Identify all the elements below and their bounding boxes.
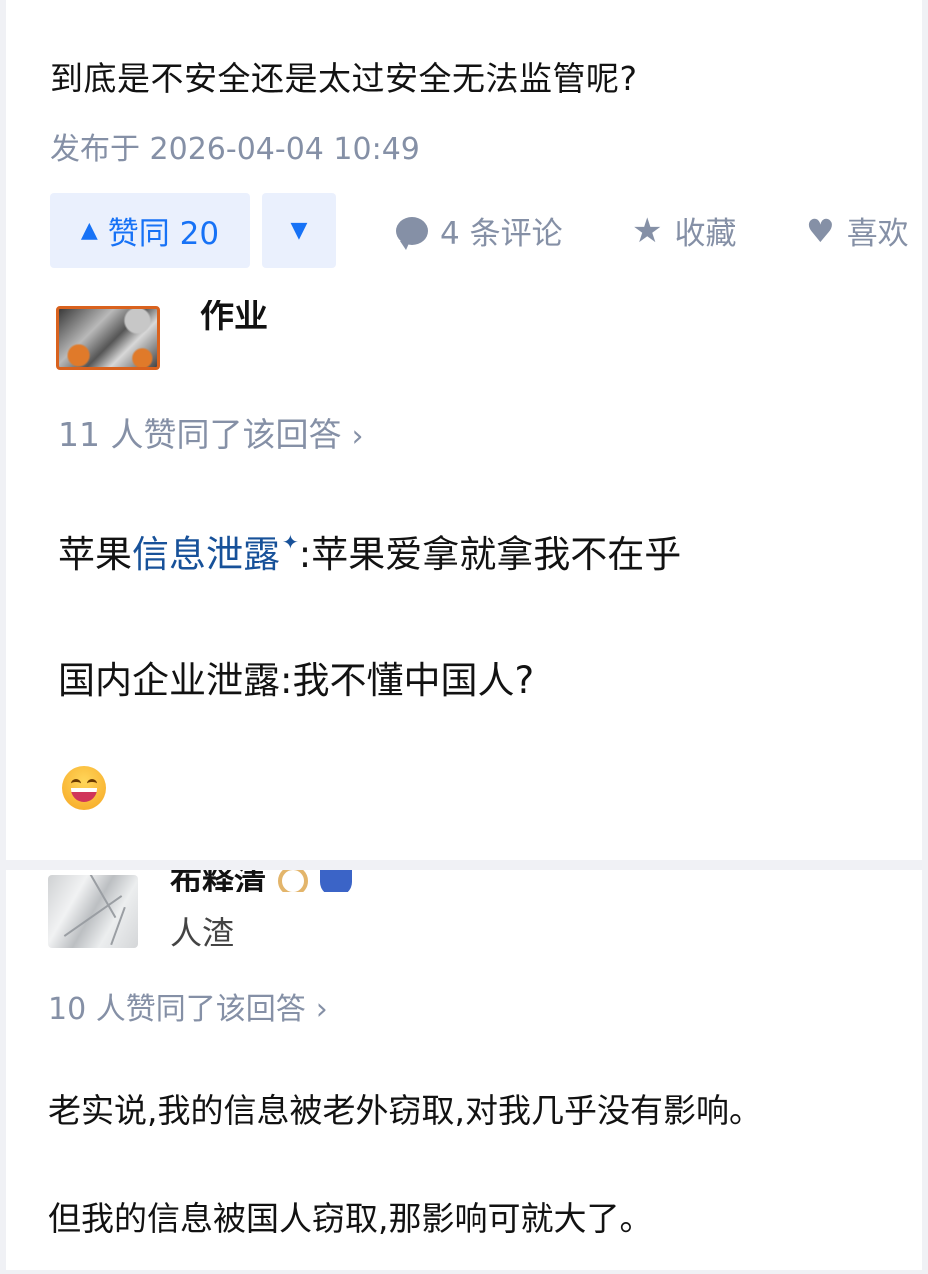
agree-count-text: 10 人赞同了该回答 (48, 992, 306, 1027)
avatar[interactable] (48, 875, 138, 948)
answer-paragraph: 但我的信息被国人窃取,那影响可就大了。 (48, 1199, 653, 1238)
answer-paragraph: 国内企业泄露:我不懂中国人? (58, 659, 535, 702)
answer-card: 作业 11 人赞同了该回答 › 苹果信息泄露 ✦:苹果爱拿就拿我不在乎 国内企业泄露… (6, 300, 922, 860)
action-bar: ▲ 赞同 20 ▼ 4 条评论 ★ 收藏 ♥ 喜欢 (50, 193, 910, 268)
agree-count-link[interactable]: 10 人赞同了该回答 › (48, 984, 328, 1028)
upvote-button[interactable]: ▲ 赞同 20 (50, 193, 250, 268)
author-name[interactable]: 布释清 (170, 870, 353, 892)
topic-link[interactable]: 信息泄露 (132, 533, 280, 576)
chevron-right-icon: › (351, 419, 364, 454)
comments-label: 4 条评论 (440, 216, 563, 252)
grin-emoji-icon (62, 766, 106, 810)
agree-count-text: 11 人赞同了该回答 (58, 415, 342, 454)
author-name-text: 作业 (200, 300, 268, 334)
answer-paragraph: 老实说,我的信息被老外窃取,对我几乎没有影响。 (48, 1091, 762, 1130)
publish-time[interactable]: 发布于 2026-04-04 10:49 (50, 124, 420, 168)
downvote-button[interactable]: ▼ (262, 193, 336, 268)
author-name-text: 布释清 (170, 870, 267, 892)
sparkle-icon: ✦ (282, 530, 299, 554)
star-icon: ★ (632, 210, 663, 251)
collect-button[interactable]: ★ 收藏 (632, 193, 736, 268)
comment-bubble-icon (396, 216, 428, 250)
paragraph-prefix: 苹果 (58, 533, 132, 576)
triangle-down-icon: ▼ (290, 218, 308, 243)
answer-card: 布释清 人渣 10 人赞同了该回答 › 老实说,我的信息被老外窃取,对我几乎没有影… (6, 870, 922, 1270)
upvote-label: 赞同 20 (107, 216, 220, 252)
gold-badge-icon (278, 870, 309, 892)
triangle-up-icon: ▲ (80, 218, 98, 243)
answer-tail-text: 到底是不安全还是太过安全无法监管呢? (50, 59, 638, 98)
author-headline: 人渣 (170, 914, 235, 952)
chevron-right-icon: › (315, 992, 328, 1027)
answer-paragraph: 苹果信息泄露 ✦:苹果爱拿就拿我不在乎 (58, 524, 681, 578)
previous-answer-card: 到底是不安全还是太过安全无法监管呢? 发布于 2026-04-04 10:49 … (6, 0, 922, 300)
verified-badge-icon (320, 870, 353, 892)
like-label: 喜欢 (846, 216, 909, 252)
collect-label: 收藏 (674, 216, 737, 252)
paragraph-suffix: :苹果爱拿就拿我不在乎 (298, 533, 682, 576)
like-button[interactable]: ♥ 喜欢 (806, 193, 909, 268)
agree-count-link[interactable]: 11 人赞同了该回答 › (58, 408, 363, 456)
comments-button[interactable]: 4 条评论 (396, 193, 563, 268)
author-name[interactable]: 作业 (200, 300, 268, 334)
heart-icon: ♥ (806, 211, 835, 250)
answer-feed: 到底是不安全还是太过安全无法监管呢? 发布于 2026-04-04 10:49 … (0, 0, 928, 1274)
avatar[interactable] (56, 306, 160, 370)
